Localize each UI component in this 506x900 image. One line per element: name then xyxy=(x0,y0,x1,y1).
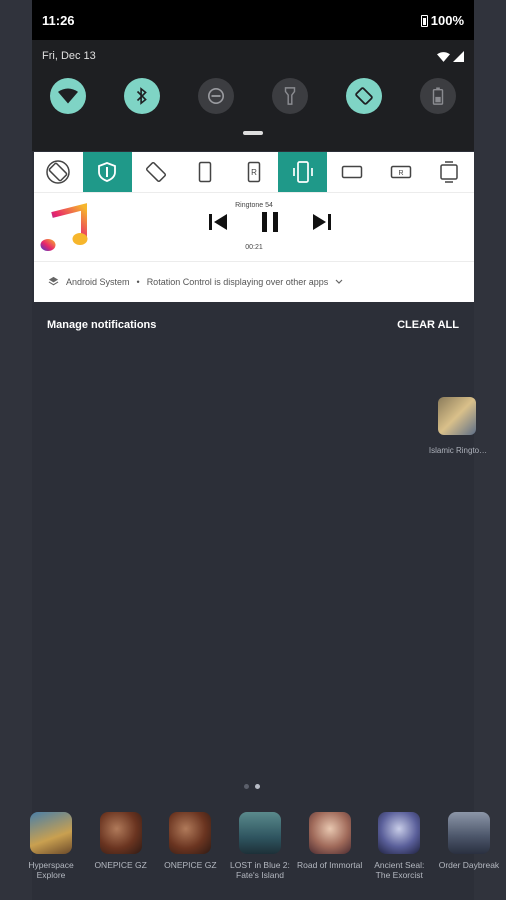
dock-app-ancient-seal[interactable]: Ancient Seal: The Exorcist xyxy=(366,812,432,880)
status-time: 11:26 xyxy=(42,13,75,28)
pause-icon[interactable] xyxy=(260,211,280,233)
flashlight-tile[interactable] xyxy=(272,78,308,114)
layers-icon xyxy=(48,276,59,286)
rotation-reverse-portrait-button[interactable]: R xyxy=(230,152,279,192)
onepice-app-icon xyxy=(99,812,142,854)
rotation-rotate-screen-button[interactable] xyxy=(132,152,181,192)
auto-rotate-tile[interactable] xyxy=(346,78,382,114)
reverse-portrait-icon: R xyxy=(247,161,261,183)
dock-app-label: ONEPICE GZ xyxy=(164,860,217,870)
qs-drag-handle[interactable] xyxy=(243,131,263,135)
dock-app-label: LOST in Blue 2: Fate's Island xyxy=(230,860,290,880)
quick-settings-panel: Fri, Dec 13 xyxy=(32,40,474,151)
rotation-sensor-portrait-button[interactable] xyxy=(278,152,328,192)
reverse-landscape-icon: R xyxy=(390,165,411,179)
auto-rotate-icon xyxy=(355,87,373,105)
onepice-app-icon xyxy=(169,812,212,854)
page-dot-active xyxy=(255,784,260,789)
media-controls xyxy=(208,211,332,233)
islamic-ringtones-app-icon[interactable] xyxy=(438,397,476,435)
qs-status-icons xyxy=(437,51,464,62)
clear-all-button[interactable]: CLEAR ALL xyxy=(397,319,459,331)
manage-notifications-button[interactable]: Manage notifications xyxy=(47,319,156,331)
rotation-shield-button[interactable] xyxy=(82,152,132,192)
full-sensor-icon xyxy=(440,161,459,183)
dock-app-label: Order Daybreak xyxy=(438,860,500,870)
flashlight-icon xyxy=(284,87,296,105)
svg-text:R: R xyxy=(398,170,403,177)
skip-next-icon[interactable] xyxy=(312,213,332,231)
road-of-immortal-app-icon xyxy=(308,812,351,854)
battery-indicator: 100% xyxy=(420,13,464,28)
dock-app-lost-in-blue[interactable]: LOST in Blue 2: Fate's Island xyxy=(227,812,293,880)
dock-app-label: Road of Immortal xyxy=(297,860,363,870)
ancient-seal-app-icon xyxy=(378,812,421,854)
qs-date[interactable]: Fri, Dec 13 xyxy=(42,50,96,62)
rotate-screen-icon xyxy=(146,161,167,183)
battery-icon xyxy=(420,14,428,27)
wifi-signal-icon xyxy=(437,51,450,62)
rotation-auto-button[interactable] xyxy=(34,152,83,192)
page-indicator xyxy=(244,784,260,789)
rotation-full-sensor-button[interactable] xyxy=(425,152,474,192)
dock-app-onepice-2[interactable]: ONEPICE GZ xyxy=(157,812,223,880)
left-frame xyxy=(0,0,32,900)
auto-rotate-icon xyxy=(46,160,71,184)
qs-tiles xyxy=(50,78,456,114)
portrait-icon xyxy=(198,161,212,183)
rotation-button-row: R R xyxy=(34,152,474,192)
system-notification-separator: • xyxy=(136,276,140,287)
dock-app-label: Ancient Seal: The Exorcist xyxy=(374,860,425,880)
wifi-icon xyxy=(58,88,78,104)
rotation-portrait-button[interactable] xyxy=(181,152,230,192)
rotation-control-notification: R R Ringtone 54 00:21 Android System • R… xyxy=(34,152,474,302)
dock-app-label: ONEPICE GZ xyxy=(94,860,147,870)
svg-text:R: R xyxy=(251,168,257,177)
dnd-icon xyxy=(207,87,225,105)
battery-saver-tile[interactable] xyxy=(420,78,456,114)
islamic-ringtones-app-label: Islamic Ringto… xyxy=(428,446,488,455)
rotation-landscape-button[interactable] xyxy=(327,152,376,192)
media-time: 00:21 xyxy=(245,244,263,251)
sensor-portrait-icon xyxy=(292,161,313,183)
app-dock: Hyperspace Explore ONEPICE GZ ONEPICE GZ… xyxy=(18,812,502,880)
skip-previous-icon[interactable] xyxy=(208,213,228,231)
dock-app-order-daybreak[interactable]: Order Daybreak xyxy=(436,812,502,880)
dock-app-road-of-immortal[interactable]: Road of Immortal xyxy=(297,812,363,880)
landscape-icon xyxy=(341,165,362,179)
battery-saver-icon xyxy=(432,87,444,105)
bluetooth-icon xyxy=(136,87,147,105)
system-notification-message: Rotation Control is displaying over othe… xyxy=(146,276,329,287)
system-notification-app: Android System xyxy=(66,276,130,287)
shield-icon xyxy=(98,162,117,182)
media-player: Ringtone 54 00:21 xyxy=(34,192,474,260)
bluetooth-tile[interactable] xyxy=(124,78,160,114)
dock-app-hyperspace[interactable]: Hyperspace Explore xyxy=(18,812,84,880)
order-daybreak-app-icon xyxy=(447,812,490,854)
status-bar: 11:26 100% xyxy=(32,0,474,40)
cell-signal-icon xyxy=(453,51,464,62)
page-dot xyxy=(244,784,249,789)
system-notification[interactable]: Android System • Rotation Control is dis… xyxy=(34,261,474,301)
dock-app-label: Hyperspace Explore xyxy=(28,860,74,880)
dock-app-onepice-1[interactable]: ONEPICE GZ xyxy=(88,812,154,880)
rotation-reverse-landscape-button[interactable]: R xyxy=(376,152,425,192)
wifi-tile[interactable] xyxy=(50,78,86,114)
media-title: Ringtone 54 xyxy=(235,202,273,209)
chevron-down-icon[interactable] xyxy=(335,279,343,285)
battery-percent: 100% xyxy=(430,13,464,28)
lost-in-blue-app-icon xyxy=(238,812,281,854)
dnd-tile[interactable] xyxy=(198,78,234,114)
hyperspace-app-icon xyxy=(30,812,72,854)
